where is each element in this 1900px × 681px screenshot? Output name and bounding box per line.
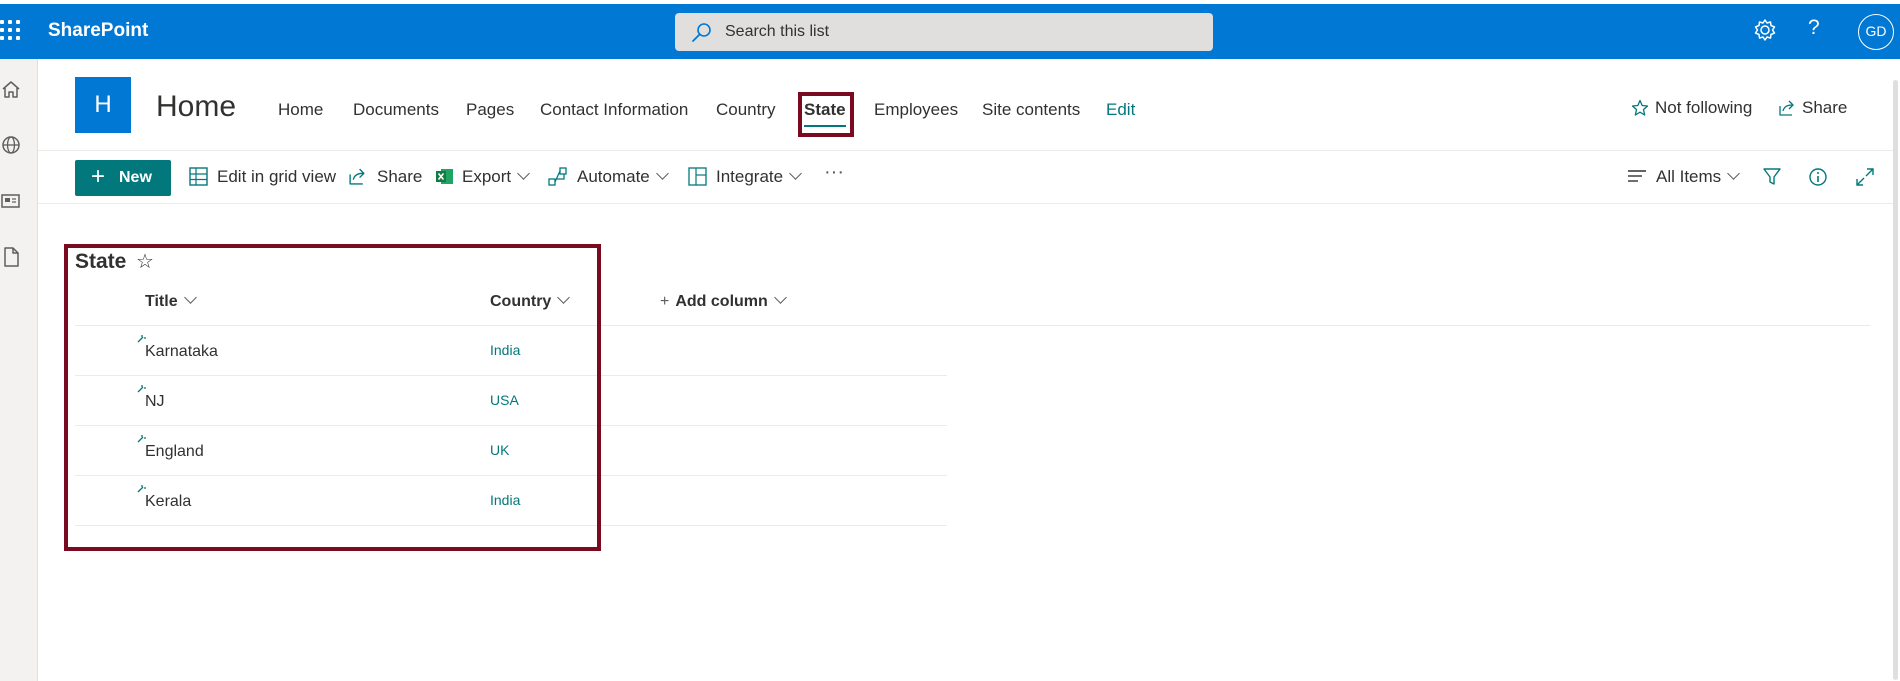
more-options-button[interactable]: ··· — [824, 161, 844, 184]
nav-edit[interactable]: Edit — [1106, 100, 1135, 120]
highlight-box-nav — [798, 92, 854, 137]
share-site-button[interactable]: Share — [1779, 98, 1848, 118]
chevron-down-icon — [773, 291, 787, 304]
globe-icon[interactable] — [0, 134, 22, 156]
home-icon[interactable] — [0, 79, 22, 101]
nav-home[interactable]: Home — [278, 100, 323, 120]
new-button[interactable]: + New — [75, 160, 171, 196]
filter-icon[interactable] — [1762, 167, 1782, 192]
nav-contact-information[interactable]: Contact Information — [540, 100, 688, 120]
nav-pages[interactable]: Pages — [466, 100, 514, 120]
app-launcher-icon[interactable] — [0, 20, 22, 42]
share-list-button[interactable]: Share — [377, 167, 422, 187]
settings-gear-icon[interactable] — [1752, 17, 1778, 43]
help-icon[interactable]: ? — [1808, 16, 1820, 40]
nav-documents[interactable]: Documents — [353, 100, 439, 120]
share-icon — [1779, 100, 1794, 116]
document-icon[interactable] — [0, 246, 22, 268]
chevron-down-icon — [655, 167, 669, 180]
top-edge — [0, 0, 1900, 4]
page-scrollbar[interactable] — [1893, 80, 1898, 680]
site-logo[interactable]: H — [75, 77, 131, 133]
commandbar-divider — [38, 203, 1893, 204]
view-lines-icon — [1627, 168, 1647, 189]
follow-button[interactable]: Not following — [1631, 98, 1753, 118]
info-icon[interactable] — [1808, 167, 1828, 192]
suite-bar: SharePoint Search this list ? GD — [0, 0, 1900, 59]
chevron-down-icon — [1727, 167, 1741, 180]
news-icon[interactable] — [0, 190, 22, 212]
view-selector[interactable]: All Items — [1656, 167, 1741, 187]
app-bar — [0, 59, 38, 681]
add-column-label: Add column — [675, 293, 768, 310]
follow-label: Not following — [1655, 98, 1753, 117]
grid-icon — [189, 167, 208, 191]
nav-employees[interactable]: Employees — [874, 100, 958, 120]
nav-country[interactable]: Country — [716, 100, 776, 120]
brand-name[interactable]: SharePoint — [48, 20, 148, 42]
star-outline-icon — [1631, 99, 1649, 116]
chevron-down-icon — [789, 167, 802, 180]
automate-button[interactable]: Automate — [577, 167, 669, 187]
site-title[interactable]: Home — [156, 90, 236, 124]
search-placeholder: Search this list — [725, 23, 830, 40]
search-box[interactable]: Search this list — [675, 13, 1213, 51]
export-label: Export — [462, 167, 512, 186]
plus-icon: + — [91, 163, 106, 190]
share-site-label: Share — [1802, 98, 1848, 117]
automate-label: Automate — [577, 167, 650, 186]
header-divider — [38, 150, 1893, 151]
export-button[interactable]: Export — [462, 167, 531, 187]
integrate-button[interactable]: Integrate — [716, 167, 802, 187]
automate-icon — [548, 167, 568, 191]
integrate-icon — [688, 167, 707, 191]
add-column-button[interactable]: + Add column — [660, 291, 787, 311]
expand-icon[interactable] — [1855, 167, 1875, 192]
integrate-label: Integrate — [716, 167, 784, 186]
highlight-box-list — [64, 244, 601, 551]
new-label: New — [119, 169, 152, 186]
share-list-icon — [348, 167, 367, 191]
plus-icon: + — [660, 293, 670, 310]
edit-grid-view-button[interactable]: Edit in grid view — [217, 167, 336, 187]
chevron-down-icon — [517, 167, 531, 180]
user-avatar[interactable]: GD — [1858, 14, 1894, 50]
excel-icon — [435, 167, 454, 191]
view-label: All Items — [1656, 167, 1722, 186]
nav-site-contents[interactable]: Site contents — [982, 100, 1080, 120]
search-icon — [692, 23, 711, 42]
